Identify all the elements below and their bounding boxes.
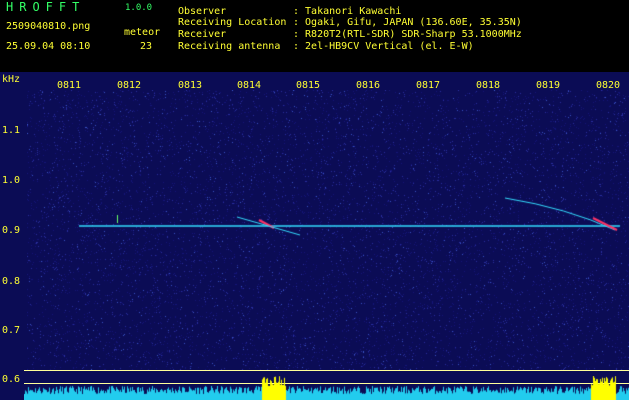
observer-label: Observer — [178, 6, 227, 17]
x-tick-0811: 0811 — [57, 80, 82, 91]
divider-line-upper — [24, 370, 629, 371]
y-tick-0-8: 0.8 — [2, 276, 21, 287]
x-tick-0818: 0818 — [476, 80, 501, 91]
y-axis-unit: kHz — [2, 74, 21, 85]
antenna-value: : 2el-HB9CV Vertical (el. E-W) — [293, 41, 474, 52]
location-label: Receiving Location — [178, 17, 287, 28]
app-title: HROFFT — [6, 0, 86, 14]
x-tick-0816: 0816 — [356, 80, 381, 91]
location-value: : Ogaki, Gifu, JAPAN (136.60E, 35.35N) — [293, 17, 522, 28]
antenna-label: Receiving antenna — [178, 41, 281, 52]
header: HROFFT 1.0.0 2509040810.png 25.09.04 08:… — [0, 0, 629, 72]
spectrogram-canvas — [27, 90, 629, 370]
receiver-label: Receiver — [178, 29, 227, 40]
x-tick-0813: 0813 — [178, 80, 203, 91]
y-tick-0-9: 0.9 — [2, 225, 21, 236]
x-tick-0817: 0817 — [416, 80, 441, 91]
receiver-value: : R820T2(RTL-SDR) SDR-Sharp 53.1000MHz — [293, 29, 522, 40]
date-time: 25.09.04 08:10 — [6, 41, 91, 52]
y-tick-1-0: 1.0 — [2, 175, 21, 186]
x-tick-0812: 0812 — [117, 80, 142, 91]
file-name: 2509040810.png — [6, 21, 91, 32]
y-tick-0-6: 0.6 — [2, 374, 21, 385]
signal-level-strip — [24, 376, 629, 400]
x-tick-0814: 0814 — [237, 80, 262, 91]
x-tick-0820: 0820 — [596, 80, 621, 91]
y-tick-0-7: 0.7 — [2, 325, 21, 336]
observer-value: : Takanori Kawachi — [293, 6, 402, 17]
app-version: 1.0.0 — [125, 3, 153, 13]
y-tick-1-1: 1.1 — [2, 125, 21, 136]
meteor-label: meteor — [124, 27, 161, 38]
x-tick-0819: 0819 — [536, 80, 561, 91]
x-tick-0815: 0815 — [296, 80, 321, 91]
meteor-count: 23 — [140, 41, 153, 52]
